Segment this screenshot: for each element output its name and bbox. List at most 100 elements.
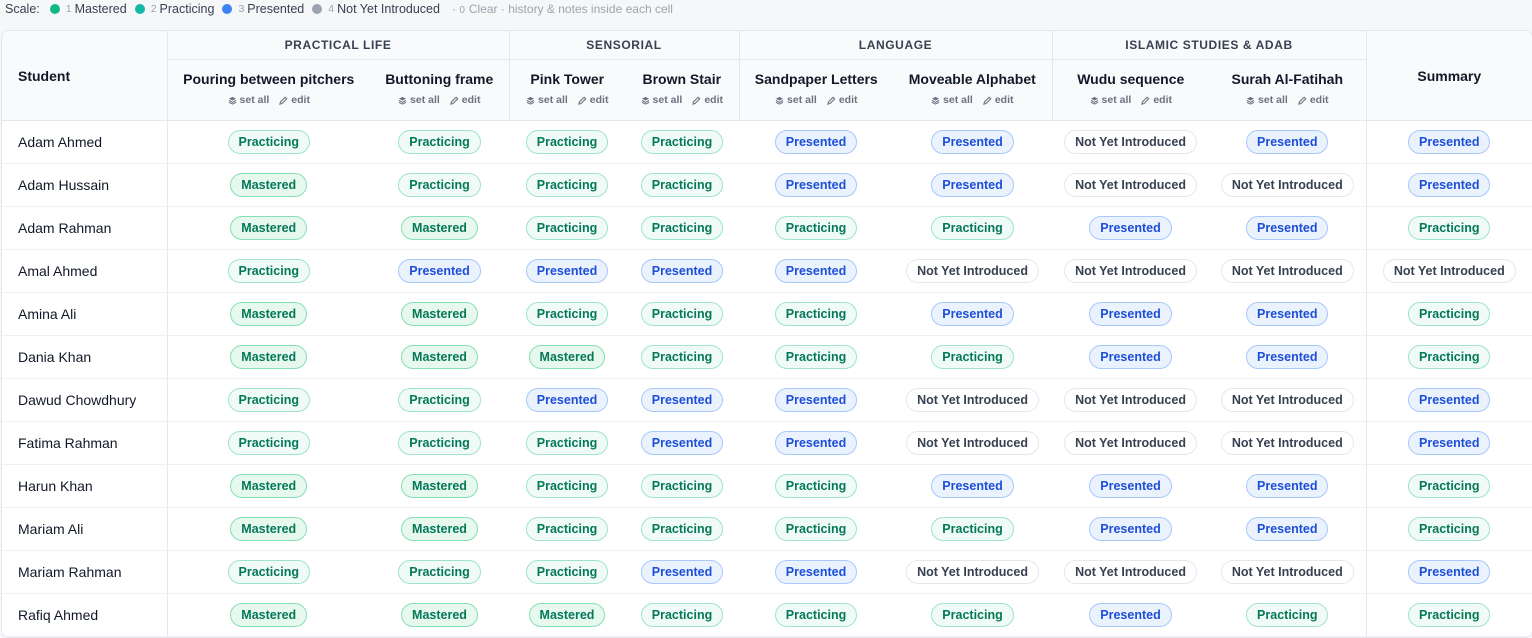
status-badge[interactable]: Mastered (401, 345, 478, 369)
status-badge[interactable]: Presented (640, 431, 724, 455)
status-badge[interactable]: Not Yet Introduced (906, 388, 1039, 412)
status-badge[interactable]: Presented (1246, 216, 1329, 240)
status-badge[interactable]: Practicing (931, 216, 1014, 240)
status-badge[interactable]: Presented (1089, 517, 1172, 541)
status-badge[interactable]: Practicing (931, 345, 1014, 369)
status-badge[interactable]: Mastered (230, 173, 308, 197)
status-badge[interactable]: Mastered (230, 345, 308, 369)
status-badge[interactable]: Practicing (227, 560, 310, 584)
status-badge[interactable]: Practicing (774, 302, 858, 326)
status-badge[interactable]: Practicing (227, 130, 310, 154)
status-badge[interactable]: Practicing (227, 259, 310, 283)
status-badge[interactable]: Practicing (640, 345, 724, 369)
status-badge[interactable]: Practicing (774, 474, 858, 498)
status-badge[interactable]: Practicing (931, 517, 1014, 541)
set-all-button[interactable]: set all (931, 94, 973, 106)
status-badge[interactable]: Practicing (398, 388, 481, 412)
status-badge[interactable]: Practicing (640, 130, 724, 154)
edit-button[interactable]: edit (826, 94, 857, 106)
status-badge[interactable]: Presented (640, 388, 724, 412)
status-badge[interactable]: Mastered (230, 603, 308, 627)
set-all-button[interactable]: set all (641, 94, 682, 106)
status-badge[interactable]: Practicing (398, 560, 481, 584)
status-badge[interactable]: Mastered (401, 474, 478, 498)
status-badge[interactable]: Presented (1089, 603, 1172, 627)
status-badge[interactable]: Not Yet Introduced (1064, 560, 1197, 584)
edit-button[interactable]: edit (1141, 94, 1172, 106)
edit-button[interactable]: edit (279, 94, 310, 106)
status-badge[interactable]: Practicing (774, 345, 858, 369)
status-badge[interactable]: Presented (774, 259, 858, 283)
status-badge[interactable]: Not Yet Introduced (1220, 431, 1354, 455)
set-all-button[interactable]: set all (398, 94, 440, 106)
status-badge[interactable]: Presented (398, 259, 481, 283)
status-badge[interactable]: Presented (525, 388, 609, 412)
status-badge[interactable]: Practicing (398, 173, 481, 197)
status-badge[interactable]: Practicing (525, 560, 609, 584)
status-badge[interactable]: Mastered (230, 302, 308, 326)
status-badge[interactable]: Presented (1089, 216, 1172, 240)
status-badge[interactable]: Practicing (1246, 603, 1329, 627)
status-badge[interactable]: Not Yet Introduced (1064, 259, 1197, 283)
status-badge[interactable]: Practicing (525, 216, 609, 240)
status-badge[interactable]: Practicing (774, 216, 858, 240)
status-badge[interactable]: Presented (931, 474, 1014, 498)
status-badge[interactable]: Presented (931, 173, 1014, 197)
edit-button[interactable]: edit (982, 94, 1013, 106)
status-badge[interactable]: Practicing (640, 517, 724, 541)
status-badge[interactable]: Mastered (230, 474, 308, 498)
status-badge[interactable]: Practicing (227, 431, 310, 455)
status-badge[interactable]: Mastered (528, 603, 606, 627)
status-badge[interactable]: Mastered (401, 603, 478, 627)
status-badge[interactable]: Presented (640, 259, 724, 283)
status-badge[interactable]: Practicing (525, 302, 609, 326)
edit-button[interactable]: edit (449, 94, 480, 106)
status-badge[interactable]: Presented (1246, 130, 1329, 154)
status-badge[interactable]: Practicing (640, 474, 724, 498)
status-badge[interactable]: Practicing (398, 431, 481, 455)
status-badge[interactable]: Mastered (230, 216, 308, 240)
set-all-button[interactable]: set all (1246, 94, 1288, 106)
status-badge[interactable]: Mastered (230, 517, 308, 541)
set-all-button[interactable]: set all (526, 94, 568, 106)
status-badge[interactable]: Presented (774, 560, 858, 584)
status-badge[interactable]: Practicing (525, 130, 609, 154)
status-badge[interactable]: Practicing (640, 603, 724, 627)
status-badge[interactable]: Presented (931, 302, 1014, 326)
status-badge[interactable]: Not Yet Introduced (1064, 388, 1197, 412)
status-badge[interactable]: Not Yet Introduced (1220, 259, 1354, 283)
status-badge[interactable]: Practicing (227, 388, 310, 412)
status-badge[interactable]: Practicing (640, 173, 724, 197)
status-badge[interactable]: Practicing (774, 603, 858, 627)
edit-button[interactable]: edit (577, 94, 608, 106)
status-badge[interactable]: Not Yet Introduced (906, 431, 1039, 455)
status-badge[interactable]: Mastered (528, 345, 606, 369)
status-badge[interactable]: Practicing (640, 302, 724, 326)
status-badge[interactable]: Practicing (525, 517, 609, 541)
status-badge[interactable]: Not Yet Introduced (1220, 388, 1354, 412)
status-badge[interactable]: Not Yet Introduced (1220, 560, 1354, 584)
status-badge[interactable]: Presented (774, 388, 858, 412)
status-badge[interactable]: Presented (1089, 474, 1172, 498)
status-badge[interactable]: Practicing (525, 474, 609, 498)
set-all-button[interactable]: set all (1090, 94, 1131, 106)
status-badge[interactable]: Presented (640, 560, 724, 584)
status-badge[interactable]: Mastered (401, 216, 478, 240)
status-badge[interactable]: Practicing (640, 216, 724, 240)
status-badge[interactable]: Practicing (931, 603, 1014, 627)
status-badge[interactable]: Presented (774, 431, 858, 455)
status-badge[interactable]: Not Yet Introduced (1064, 130, 1197, 154)
status-badge[interactable]: Not Yet Introduced (1220, 173, 1354, 197)
status-badge[interactable]: Not Yet Introduced (1064, 431, 1197, 455)
status-badge[interactable]: Not Yet Introduced (906, 259, 1039, 283)
status-badge[interactable]: Presented (774, 130, 858, 154)
status-badge[interactable]: Presented (1246, 345, 1329, 369)
status-badge[interactable]: Presented (1246, 474, 1329, 498)
set-all-button[interactable]: set all (775, 94, 817, 106)
status-badge[interactable]: Presented (1246, 517, 1329, 541)
set-all-button[interactable]: set all (228, 94, 269, 106)
status-badge[interactable]: Not Yet Introduced (906, 560, 1039, 584)
status-badge[interactable]: Practicing (398, 130, 481, 154)
status-badge[interactable]: Presented (1089, 302, 1172, 326)
status-badge[interactable]: Mastered (401, 517, 478, 541)
